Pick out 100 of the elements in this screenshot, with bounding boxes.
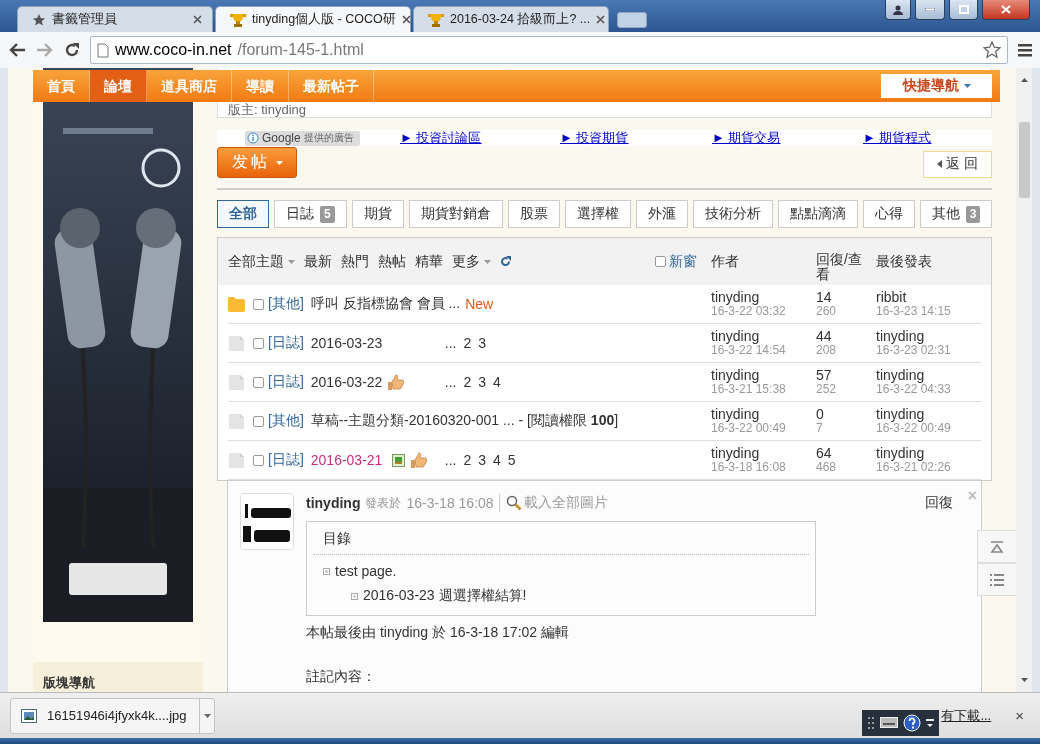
- show-all-downloads-link[interactable]: 有下載...: [941, 706, 992, 725]
- reply-count: 64: [816, 446, 833, 460]
- category-link[interactable]: [日誌]: [268, 451, 304, 469]
- list-button[interactable]: [977, 563, 1016, 596]
- reload-icon[interactable]: [64, 42, 80, 58]
- checkbox[interactable]: [253, 415, 264, 427]
- author-name[interactable]: tinyding: [306, 495, 361, 511]
- page-link[interactable]: 3: [478, 335, 487, 351]
- category-tab[interactable]: 期貨: [351, 200, 404, 228]
- back-icon[interactable]: [8, 42, 26, 58]
- category-tab[interactable]: 技術分析: [692, 200, 773, 228]
- author-name[interactable]: tinyding: [711, 446, 816, 460]
- category-tab[interactable]: 其他 3: [919, 200, 993, 228]
- page-link[interactable]: 2: [463, 452, 472, 468]
- page-link[interactable]: 3: [478, 452, 487, 468]
- thread-title[interactable]: 2016-03-21: [310, 452, 383, 468]
- author-name[interactable]: tinyding: [711, 407, 816, 421]
- ad-link[interactable]: ► 期貨程式: [863, 130, 932, 145]
- filter-link[interactable]: 精華: [415, 252, 443, 271]
- last-poster[interactable]: tinyding: [876, 368, 981, 382]
- last-poster[interactable]: ribbit: [876, 290, 981, 304]
- last-poster[interactable]: tinyding: [876, 446, 981, 460]
- reply-link[interactable]: 回復: [925, 494, 953, 512]
- category-tab[interactable]: 股票: [507, 200, 560, 228]
- thread-title[interactable]: 2016-03-22: [310, 374, 383, 390]
- ad-link[interactable]: ► 期貨交易: [712, 130, 781, 145]
- new-window-label[interactable]: 新窗: [669, 252, 697, 271]
- column-header: 最後發表: [876, 252, 933, 271]
- category-link[interactable]: [日誌]: [268, 373, 304, 391]
- quick-nav-button[interactable]: 快捷導航: [881, 74, 992, 98]
- minimize-button[interactable]: [915, 0, 945, 20]
- browser-tab[interactable]: 2016-03-24 拾級而上? ...: [413, 6, 609, 32]
- checkbox[interactable]: [253, 454, 264, 466]
- bullet-icon: [323, 567, 330, 575]
- maximize-button[interactable]: [949, 0, 978, 20]
- close-icon[interactable]: ×: [1015, 707, 1024, 724]
- image-file-icon: [21, 708, 37, 723]
- page-link[interactable]: 5: [507, 452, 516, 468]
- category-tab[interactable]: 點點滴滴: [777, 200, 858, 228]
- minimize-icon[interactable]: [926, 717, 935, 728]
- author-name[interactable]: tinyding: [711, 368, 816, 382]
- category-link[interactable]: [日誌]: [268, 334, 304, 352]
- page-link[interactable]: 4: [493, 452, 501, 468]
- column-header: 作者: [711, 252, 740, 271]
- checkbox[interactable]: [655, 256, 666, 267]
- star-icon[interactable]: [983, 41, 1001, 59]
- filter-link[interactable]: 最新: [304, 252, 332, 271]
- last-poster[interactable]: tinyding: [876, 407, 981, 421]
- filter-link[interactable]: 熱門: [341, 252, 369, 271]
- thread-title[interactable]: 2016-03-23: [310, 335, 383, 351]
- filter-link[interactable]: 全部主題: [228, 252, 295, 271]
- menu-arrow-button[interactable]: [199, 698, 214, 733]
- ellipsis: ...: [444, 452, 457, 468]
- toc-item[interactable]: test page.: [335, 563, 397, 579]
- download-item[interactable]: 16151946i4jfyxk4k....jpg: [10, 697, 215, 734]
- keyboard-icon[interactable]: [880, 717, 899, 728]
- menu-icon[interactable]: [1018, 43, 1032, 57]
- category-tab[interactable]: 日誌 5: [274, 200, 347, 228]
- thread-title[interactable]: 草稿--主題分類-20160320-001 ... - [閱讀權限 100]: [310, 412, 619, 430]
- profile-button[interactable]: [885, 0, 911, 20]
- close-icon[interactable]: [193, 15, 202, 24]
- back-button[interactable]: 返 回: [923, 150, 992, 178]
- nav-item[interactable]: 論壇: [90, 70, 147, 102]
- address-field[interactable]: www.coco-in.net /forum-145-1.html: [90, 36, 1008, 64]
- page-link[interactable]: 2: [463, 374, 472, 390]
- scrollbar-thumb[interactable]: [1018, 122, 1030, 198]
- page-link[interactable]: 2: [463, 335, 472, 351]
- last-poster[interactable]: tinyding: [876, 329, 981, 343]
- author-name[interactable]: tinyding: [711, 290, 816, 304]
- category-link[interactable]: [其他]: [268, 412, 304, 430]
- filter-link[interactable]: 更多: [452, 252, 491, 271]
- category-link[interactable]: [其他]: [268, 295, 304, 313]
- category-tab[interactable]: 心得: [862, 200, 915, 228]
- checkbox[interactable]: [253, 337, 264, 349]
- close-icon[interactable]: [401, 15, 411, 24]
- author-name[interactable]: tinyding: [711, 329, 816, 343]
- toc-item[interactable]: 2016-03-23 週選擇權結算!: [363, 587, 527, 605]
- page-link[interactable]: 4: [493, 374, 501, 390]
- close-icon[interactable]: [596, 15, 606, 24]
- document-icon: [228, 452, 245, 468]
- page-link[interactable]: 3: [478, 374, 487, 390]
- ad-link[interactable]: ► 投資期貨: [560, 130, 629, 145]
- post-date: 16-3-22 03:32: [711, 304, 787, 318]
- checkbox[interactable]: [253, 376, 264, 388]
- view-count: 468: [816, 460, 838, 474]
- filter-link[interactable]: 熱帖: [378, 252, 406, 271]
- search-icon: [505, 495, 522, 511]
- browser-tab[interactable]: 書籤管理員: [17, 6, 213, 32]
- triangle-icon: [937, 160, 943, 168]
- ad-link[interactable]: ► 投資討論區: [400, 130, 482, 145]
- browser-tab[interactable]: tinyding個人版 - COCO研: [215, 6, 411, 32]
- help-icon[interactable]: [903, 713, 922, 732]
- category-tab[interactable]: 全部: [217, 200, 269, 228]
- thread-title[interactable]: 呼叫 反指標協會 會員 ...: [310, 295, 461, 313]
- refresh-icon[interactable]: [500, 256, 511, 267]
- category-tab[interactable]: 外滙: [635, 200, 688, 228]
- category-tab[interactable]: 選擇權: [564, 200, 631, 228]
- checkbox[interactable]: [253, 298, 264, 310]
- category-tab[interactable]: 期貨對銷倉: [408, 200, 503, 228]
- close-button[interactable]: [982, 0, 1030, 20]
